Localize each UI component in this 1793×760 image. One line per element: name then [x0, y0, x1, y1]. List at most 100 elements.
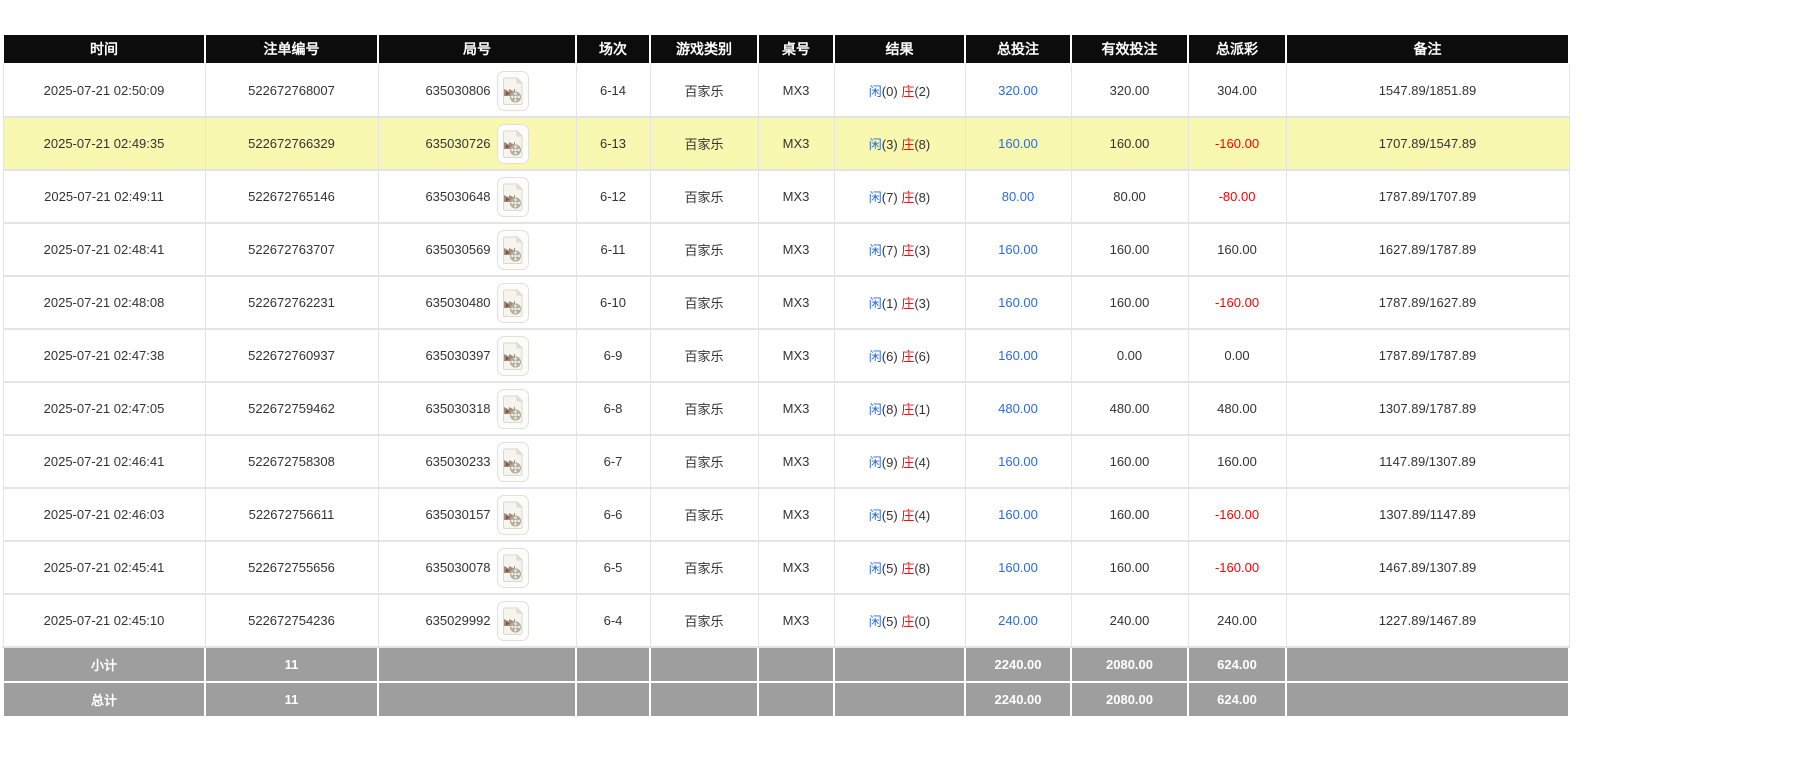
- cell-valid-bet: 0.00: [1070, 328, 1189, 383]
- subtotal-label: 小计: [2, 646, 206, 683]
- cell-valid-bet: 320.00: [1070, 63, 1189, 118]
- subtotal-valid-bet: 2080.00: [1070, 646, 1189, 683]
- total-payout: 624.00: [1187, 681, 1287, 718]
- result-player-score: (5): [881, 561, 898, 576]
- video-replay-button[interactable]: [496, 600, 529, 641]
- cell-valid-bet: 160.00: [1070, 222, 1189, 277]
- result-player-label: 闲: [868, 349, 882, 364]
- result-banker-label: 庄: [901, 243, 915, 258]
- video-replay-button[interactable]: [496, 229, 529, 270]
- result-banker-label: 庄: [901, 455, 915, 470]
- total-bet-link[interactable]: 160.00: [998, 507, 1038, 522]
- result-banker-label: 庄: [901, 561, 915, 576]
- table-row: 2025-07-21 02:46:41 522672758308 6350302…: [2, 434, 1570, 489]
- cell-bet-id: 522672759462: [204, 381, 379, 436]
- result-banker-label: 庄: [901, 349, 915, 364]
- cell-game-type: 百家乐: [649, 434, 759, 489]
- cell-bet-id: 522672766329: [204, 116, 379, 171]
- total-valid-bet: 2080.00: [1070, 681, 1189, 718]
- round-number: 635030078: [425, 560, 491, 575]
- video-replay-button[interactable]: [496, 441, 529, 482]
- cell-bet-id: 522672765146: [204, 169, 379, 224]
- total-bet-link[interactable]: 160.00: [998, 454, 1038, 469]
- video-replay-button[interactable]: [496, 123, 529, 164]
- cell-total-bet: 240.00: [964, 593, 1072, 648]
- subtotal-empty-table: [757, 646, 835, 683]
- cell-remark: 1787.89/1627.89: [1285, 275, 1570, 330]
- cell-valid-bet: 160.00: [1070, 434, 1189, 489]
- total-bet-link[interactable]: 160.00: [998, 348, 1038, 363]
- result-player-label: 闲: [868, 296, 882, 311]
- col-header-game-type: 游戏类别: [649, 33, 759, 65]
- total-row: 总计 11 2240.00 2080.00 624.00: [2, 681, 1570, 718]
- cell-round-id: 635030233: [377, 434, 577, 489]
- cell-game-type: 百家乐: [649, 381, 759, 436]
- total-bet-link[interactable]: 160.00: [998, 560, 1038, 575]
- total-bet-link[interactable]: 160.00: [998, 295, 1038, 310]
- cell-game-type: 百家乐: [649, 222, 759, 277]
- cell-table-no: MX3: [757, 487, 835, 542]
- result-player-score: (5): [881, 508, 898, 523]
- total-bet-link[interactable]: 160.00: [998, 136, 1038, 151]
- cell-bet-id: 522672755656: [204, 540, 379, 595]
- cell-result: 闲(0) 庄(2): [833, 63, 966, 118]
- video-replay-button[interactable]: [496, 176, 529, 217]
- cell-round-id: 635030648: [377, 169, 577, 224]
- cell-total-bet: 160.00: [964, 275, 1072, 330]
- cell-remark: 1307.89/1787.89: [1285, 381, 1570, 436]
- total-bet-link[interactable]: 480.00: [998, 401, 1038, 416]
- cell-total-bet: 480.00: [964, 381, 1072, 436]
- cell-payout: -160.00: [1187, 540, 1287, 595]
- video-replay-button[interactable]: [496, 388, 529, 429]
- video-replay-button[interactable]: [496, 547, 529, 588]
- cell-remark: 1147.89/1307.89: [1285, 434, 1570, 489]
- cell-table-no: MX3: [757, 381, 835, 436]
- cell-table-no: MX3: [757, 222, 835, 277]
- cell-total-bet: 160.00: [964, 434, 1072, 489]
- total-empty-remark: [1285, 681, 1570, 718]
- cell-remark: 1627.89/1787.89: [1285, 222, 1570, 277]
- cell-time: 2025-07-21 02:49:35: [2, 116, 206, 171]
- table-row: 2025-07-21 02:50:09 522672768007 6350308…: [2, 63, 1570, 118]
- total-bet-link[interactable]: 160.00: [998, 242, 1038, 257]
- cell-result: 闲(5) 庄(4): [833, 487, 966, 542]
- cell-payout: 160.00: [1187, 222, 1287, 277]
- cell-time: 2025-07-21 02:47:38: [2, 328, 206, 383]
- cell-bet-id: 522672760937: [204, 328, 379, 383]
- subtotal-total-bet: 2240.00: [964, 646, 1072, 683]
- total-bet-link[interactable]: 80.00: [1002, 189, 1035, 204]
- video-replay-button[interactable]: [496, 335, 529, 376]
- table-row: 2025-07-21 02:49:35 522672766329 6350307…: [2, 116, 1570, 171]
- total-bet-link[interactable]: 320.00: [998, 83, 1038, 98]
- cell-game-type: 百家乐: [649, 116, 759, 171]
- total-bet-link[interactable]: 240.00: [998, 613, 1038, 628]
- cell-valid-bet: 480.00: [1070, 381, 1189, 436]
- cell-result: 闲(7) 庄(3): [833, 222, 966, 277]
- cell-table-no: MX3: [757, 434, 835, 489]
- cell-session: 6-13: [575, 116, 651, 171]
- cell-bet-id: 522672763707: [204, 222, 379, 277]
- result-banker-score: (1): [914, 402, 931, 417]
- cell-bet-id: 522672754236: [204, 593, 379, 648]
- subtotal-empty-round: [377, 646, 577, 683]
- cell-time: 2025-07-21 02:46:41: [2, 434, 206, 489]
- col-header-remark: 备注: [1285, 33, 1570, 65]
- result-banker-score: (2): [914, 84, 931, 99]
- cell-result: 闲(6) 庄(6): [833, 328, 966, 383]
- video-replay-button[interactable]: [496, 70, 529, 111]
- bet-records-page: 时间 注单编号 局号 场次 游戏类别 桌号 结果 总投注 有效投注 总派彩 备注…: [0, 0, 1793, 718]
- cell-table-no: MX3: [757, 328, 835, 383]
- video-replay-button[interactable]: [496, 494, 529, 535]
- cell-valid-bet: 160.00: [1070, 540, 1189, 595]
- col-header-bet-id: 注单编号: [204, 33, 379, 65]
- result-banker-score: (0): [914, 614, 931, 629]
- total-empty-table: [757, 681, 835, 718]
- cell-payout: 160.00: [1187, 434, 1287, 489]
- cell-game-type: 百家乐: [649, 328, 759, 383]
- cell-result: 闲(5) 庄(0): [833, 593, 966, 648]
- cell-valid-bet: 240.00: [1070, 593, 1189, 648]
- video-replay-button[interactable]: [496, 282, 529, 323]
- round-number: 635030726: [425, 136, 491, 151]
- result-banker-score: (4): [914, 508, 931, 523]
- cell-payout: 480.00: [1187, 381, 1287, 436]
